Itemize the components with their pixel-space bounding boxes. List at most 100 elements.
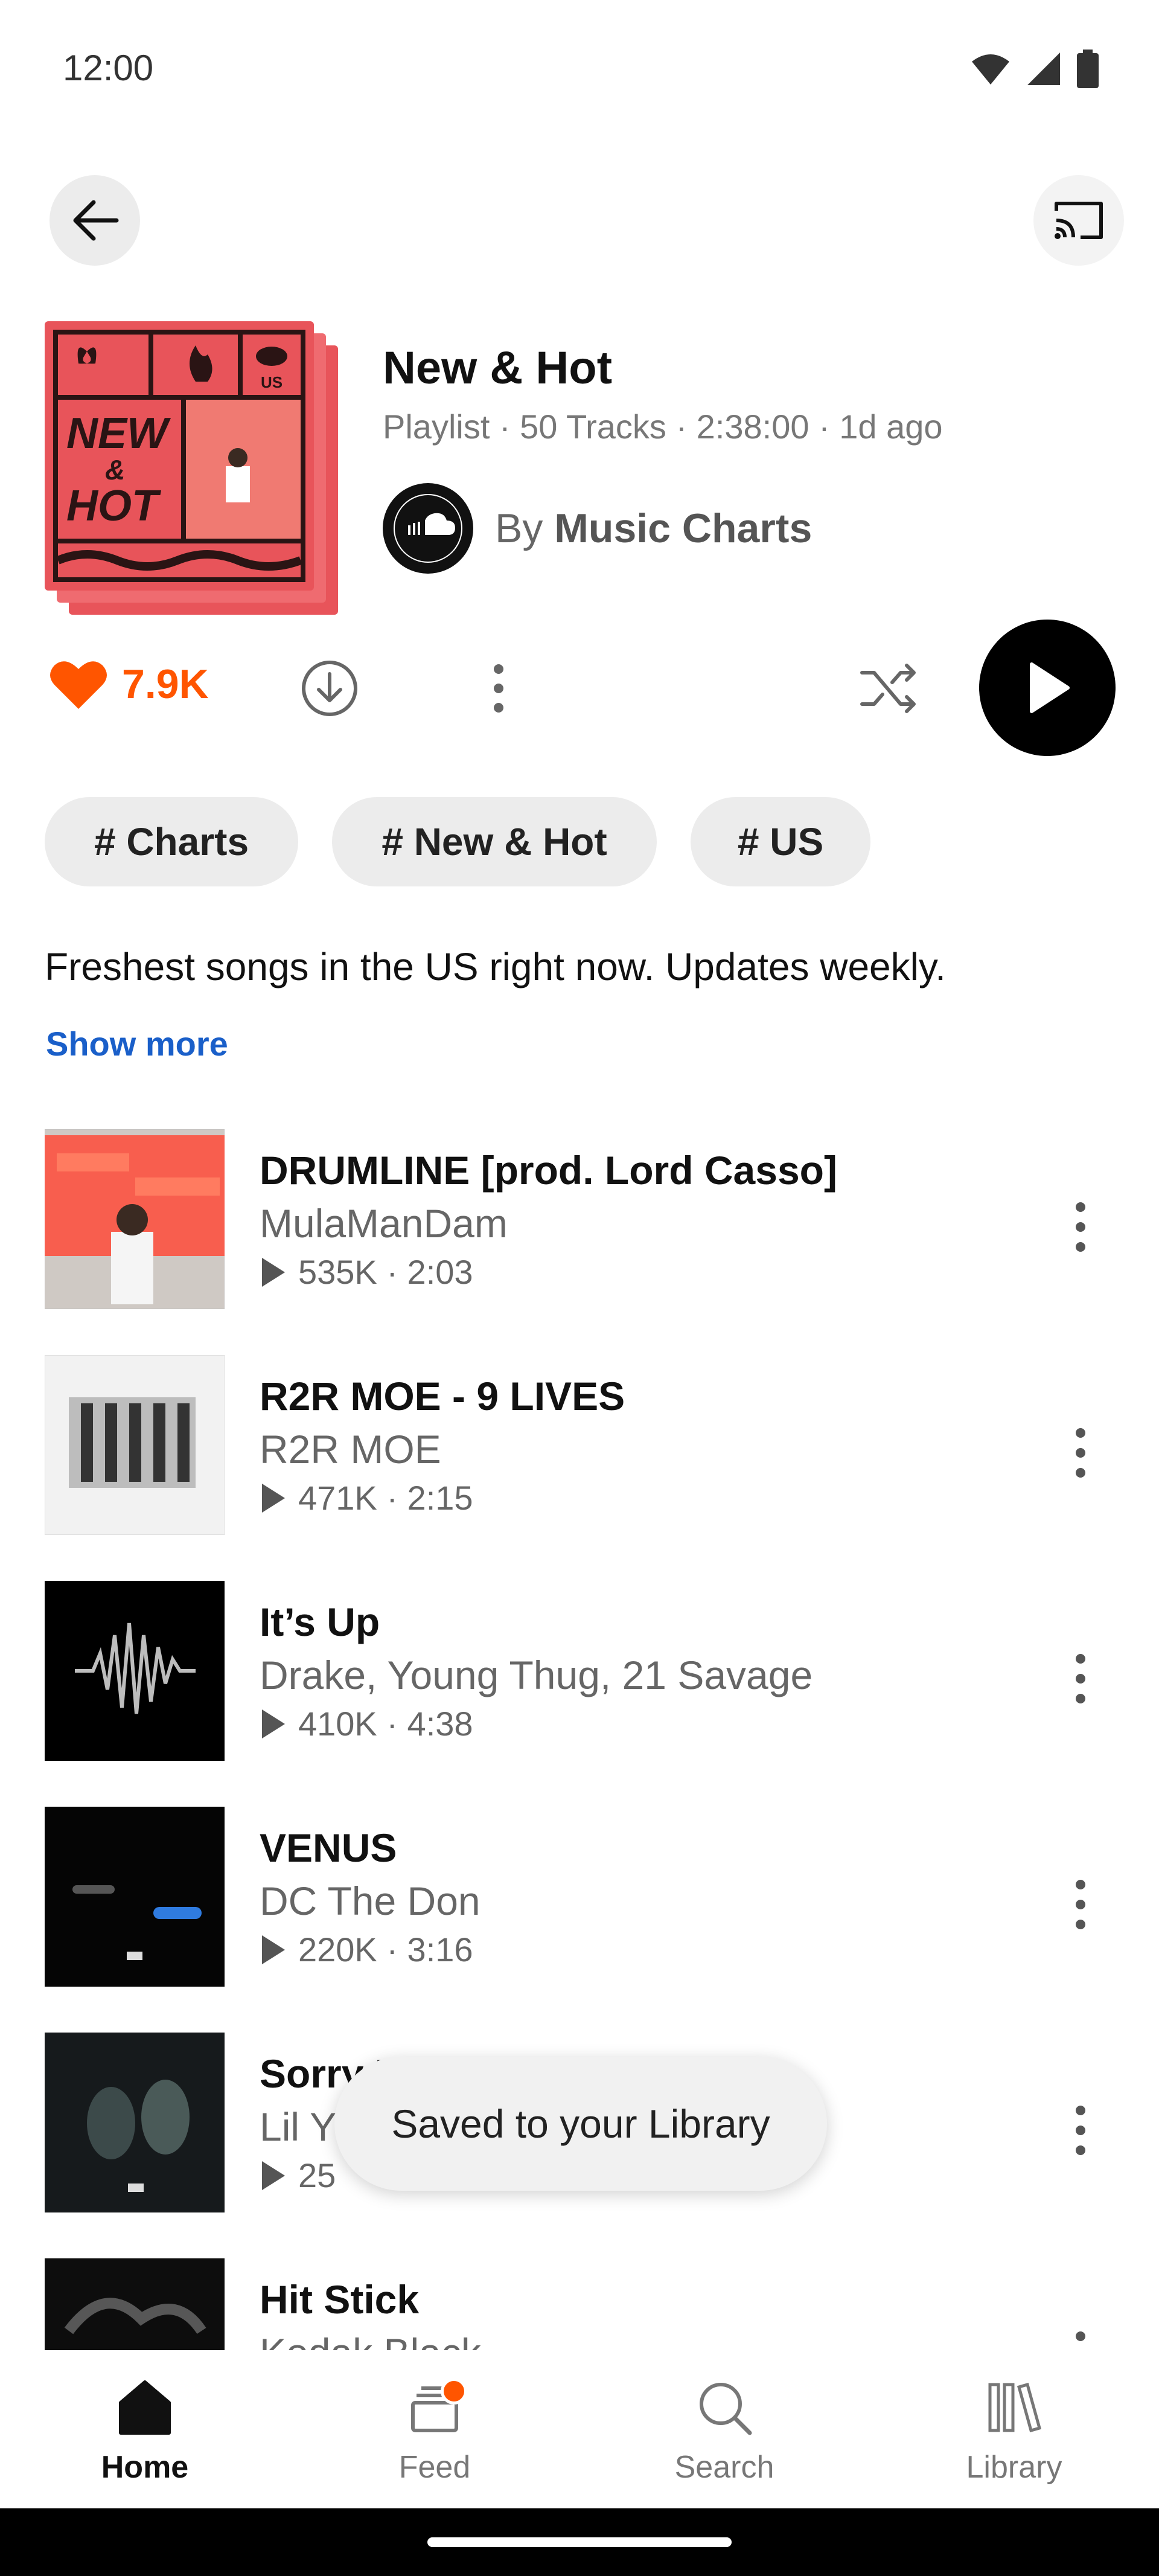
track-stats-text: 220K · 3:16 [298,1930,473,1969]
track-artwork [44,1354,225,1536]
more-vertical-icon [494,664,503,713]
track-stats: 220K · 3:16 [260,1930,473,1969]
cellular-icon [1027,53,1060,85]
nav-feed-label: Feed [398,2450,471,2485]
download-button[interactable] [301,659,359,720]
track-artist[interactable]: R2R MOE [260,1426,441,1472]
track-artist[interactable]: Lil Y [260,2104,336,2150]
saved-toast: Saved to your Library [334,2057,827,2191]
track-row[interactable]: Hit Stick Kodak Black [0,2252,1159,2350]
back-button[interactable] [49,175,140,266]
like-count: 7.9K [122,661,209,707]
show-more-link[interactable]: Show more [46,1024,228,1063]
more-vertical-icon [1076,1428,1085,1478]
home-icon [119,2380,171,2435]
track-row[interactable]: It’s Up Drake, Young Thug, 21 Savage 410… [0,1575,1159,1801]
cast-button[interactable] [1033,175,1124,266]
track-more-button[interactable] [1062,1874,1099,1935]
more-vertical-icon [1076,1880,1085,1929]
track-artwork [45,2258,225,2350]
artwork-amp-text: & [105,454,125,485]
track-stats-text: 535K · 2:03 [298,1253,473,1291]
play-count-icon [262,1935,285,1964]
track-title: It’s Up [260,1600,380,1644]
track-stats-text: 471K · 2:15 [298,1479,473,1517]
owner-line[interactable]: By Music Charts [495,505,812,552]
artwork-hot-text: HOT [66,482,162,530]
artwork-new-text: NEW [66,409,171,458]
track-row[interactable]: DRUMLINE [prod. Lord Casso] MulaManDam 5… [0,1123,1159,1349]
track-title: VENUS [260,1825,397,1870]
playlist-artwork[interactable]: US NEW & HOT [45,321,338,615]
library-icon [988,2382,1042,2433]
track-title: Hit Stick [260,2277,420,2322]
nav-search-label: Search [674,2450,774,2485]
play-count-icon [262,2161,285,2190]
home-indicator[interactable] [427,2537,732,2547]
track-stats: 410K · 4:38 [260,1704,473,1743]
bottom-nav: Home Feed Search Library [0,2350,1159,2508]
battery-icon [1077,50,1099,88]
more-vertical-icon [1076,2106,1085,2155]
tag-new-and-hot[interactable]: # New & Hot [332,797,657,886]
download-icon [302,661,357,716]
tag-us[interactable]: # US [691,797,870,886]
wifi-icon [972,54,1009,85]
cast-icon [1055,202,1103,239]
status-time: 12:00 [63,48,154,88]
heart-icon [50,661,107,709]
soundcloud-icon [385,485,471,572]
track-row[interactable]: R2R MOE - 9 LIVES R2R MOE 471K · 2:15 [0,1349,1159,1575]
more-vertical-icon [1076,1202,1085,1252]
play-button[interactable] [979,620,1116,756]
track-artwork [45,1807,225,1987]
nav-home-label: Home [101,2450,189,2485]
track-row[interactable]: VENUS DC The Don 220K · 3:16 [0,1801,1159,2027]
track-more-button[interactable] [1062,1423,1099,1483]
nav-feed[interactable]: Feed [290,2350,580,2508]
like-button[interactable]: 7.9K [49,658,209,710]
nav-home[interactable]: Home [0,2350,290,2508]
play-icon [1030,662,1070,713]
shuffle-icon [860,664,916,713]
track-title: R2R MOE - 9 LIVES [260,1374,625,1418]
more-options-button[interactable] [483,659,514,720]
owner-avatar[interactable] [383,483,473,574]
track-artist[interactable]: DC The Don [260,1878,481,1924]
play-count-icon [262,1257,285,1287]
track-stats-text: 25 [298,2156,336,2194]
owner-name[interactable]: Music Charts [554,505,812,551]
artwork-us-text: US [261,373,283,391]
track-artwork [45,1581,225,1761]
track-more-button[interactable] [1062,2326,1099,2350]
play-count-icon [262,1709,285,1738]
track-artist[interactable]: Drake, Young Thug, 21 Savage [260,1652,813,1698]
track-artist[interactable]: Kodak Black [260,2330,481,2350]
shuffle-button[interactable] [858,659,919,720]
playlist-title: New & Hot [383,342,612,394]
track-artwork [45,2033,225,2212]
track-title: DRUMLINE [prod. Lord Casso] [260,1148,837,1193]
status-icons [971,50,1099,88]
feed-badge [441,2378,467,2405]
nav-search[interactable]: Search [580,2350,869,2508]
track-stats-text: 410K · 4:38 [298,1705,473,1743]
track-more-button[interactable] [1062,1197,1099,1257]
playlist-meta: Playlist · 50 Tracks · 2:38:00 · 1d ago [383,408,943,446]
nav-library[interactable]: Library [869,2350,1159,2508]
track-more-button[interactable] [1062,2100,1099,2161]
more-vertical-icon [1076,2331,1085,2341]
track-stats: 25 [260,2156,336,2195]
track-artist[interactable]: MulaManDam [260,1200,508,1246]
arrow-left-icon [73,200,119,241]
more-vertical-icon [1076,1654,1085,1703]
track-artwork [44,1129,225,1310]
track-stats: 471K · 2:15 [260,1478,473,1517]
track-stats: 535K · 2:03 [260,1252,473,1292]
track-more-button[interactable] [1062,1648,1099,1709]
search-icon [700,2383,752,2435]
tag-charts[interactable]: # Charts [45,797,298,886]
owner-prefix: By [495,505,543,551]
playlist-description: Freshest songs in the US right now. Upda… [45,945,946,988]
play-count-icon [262,1483,285,1513]
